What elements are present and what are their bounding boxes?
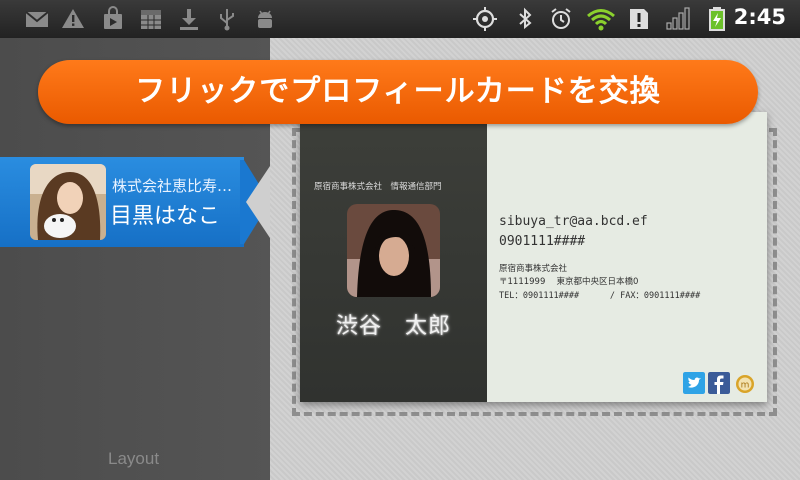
alarm-icon <box>551 8 571 29</box>
card-photo <box>347 204 440 297</box>
card-department: 原宿商事株式会社 情報通信部門 <box>314 182 442 192</box>
notification-icon <box>630 9 648 29</box>
banner-text: フリックでプロフィールカードを交換 <box>135 74 661 109</box>
contact-name: 目黒はなこ <box>110 204 221 229</box>
android-debug-icon <box>258 10 272 28</box>
facebook-icon[interactable] <box>708 372 730 394</box>
layout-label[interactable]: Layout <box>108 449 159 469</box>
contact-avatar <box>30 164 106 240</box>
card-left-panel: 原宿商事株式会社 情報通信部門 渋谷 太郎 <box>300 112 487 402</box>
usb-icon <box>220 9 234 31</box>
status-bar: 2:45 <box>0 0 800 38</box>
instruction-banner: フリックでプロフィールカードを交換 <box>38 60 758 124</box>
wifi-icon <box>587 9 615 31</box>
mixi-icon[interactable]: m <box>735 374 755 394</box>
contact-company: 株式会社恵比寿… <box>112 177 233 195</box>
svg-text:m: m <box>741 381 750 391</box>
gmail-icon <box>25 11 49 27</box>
calendar-icon <box>141 10 161 29</box>
card-address: 〒1111999 東京都中央区日本橋0 <box>499 277 639 287</box>
card-email: sibuya_tr@aa.bcd.ef <box>499 214 648 229</box>
bluetooth-icon <box>519 7 532 30</box>
market-icon <box>104 6 122 29</box>
selection-arrow <box>240 160 270 244</box>
card-tel-fax: TEL：0901111#### / FAX：0901111#### <box>499 291 701 301</box>
twitter-icon[interactable] <box>683 372 705 394</box>
card-person-name: 渋谷 太郎 <box>335 314 451 339</box>
signal-icon <box>666 7 690 30</box>
warning-icon <box>62 9 84 28</box>
card-company: 原宿商事株式会社 <box>499 264 568 274</box>
profile-card[interactable]: 原宿商事株式会社 情報通信部門 渋谷 太郎 sibuya_tr@aa.bcd.e… <box>300 112 767 402</box>
status-clock: 2:45 <box>733 5 786 29</box>
gps-icon <box>473 7 497 31</box>
download-icon <box>180 9 198 30</box>
battery-icon <box>709 7 725 31</box>
card-phone: 0901111#### <box>499 234 586 249</box>
card-right-panel: sibuya_tr@aa.bcd.ef 0901111#### 原宿商事株式会社… <box>487 112 767 402</box>
